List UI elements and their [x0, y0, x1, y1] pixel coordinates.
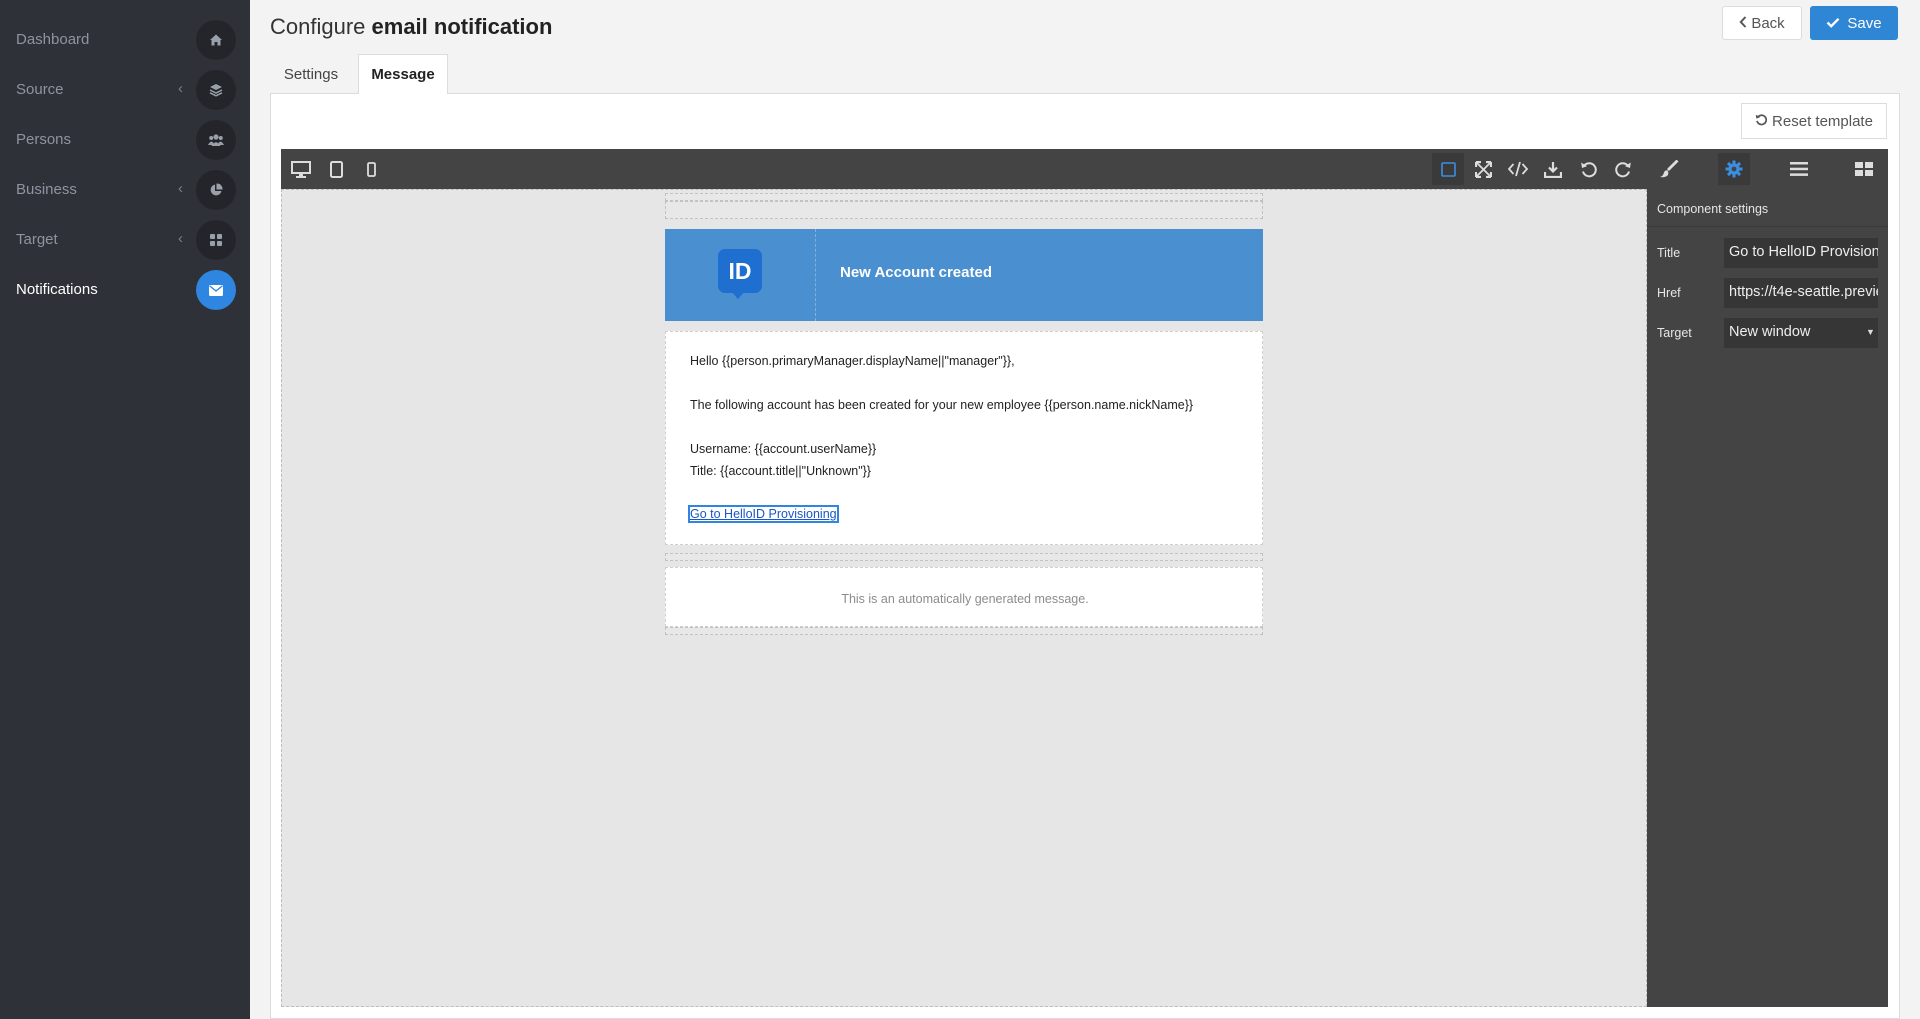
redo-icon[interactable]	[1607, 153, 1639, 185]
blocks-icon[interactable]	[1848, 153, 1880, 185]
logo-tail	[731, 291, 745, 299]
desktop-icon[interactable]	[285, 153, 317, 185]
editor-toolbar	[281, 149, 1888, 189]
sidebar-item-business[interactable]: Business ‹	[0, 167, 250, 213]
empty-row[interactable]	[665, 553, 1263, 561]
sidebar: Dashboard Source ‹ Persons Business ‹ Ta…	[0, 0, 250, 1019]
component-settings-panel	[1647, 189, 1888, 1007]
empty-row[interactable]	[665, 193, 1263, 201]
chevron-left-icon	[1739, 15, 1747, 32]
gear-icon[interactable]	[1718, 153, 1750, 185]
footer-text[interactable]: This is an automatically generated messa…	[666, 592, 1264, 606]
sidebar-item-label: Business	[16, 181, 77, 198]
save-button[interactable]: Save	[1810, 6, 1898, 40]
target-select[interactable]: New window	[1724, 318, 1878, 348]
sidebar-item-label: Dashboard	[16, 31, 90, 48]
users-icon	[196, 120, 236, 160]
sidebar-item-dashboard[interactable]: Dashboard	[0, 17, 250, 63]
reset-template-label: Reset template	[1772, 112, 1873, 130]
outline-square-icon[interactable]	[1432, 153, 1464, 185]
sidebar-item-notifications[interactable]: Notifications	[0, 267, 250, 313]
grid-icon	[196, 220, 236, 260]
component-settings-heading: Component settings	[1657, 202, 1769, 216]
sidebar-item-source[interactable]: Source ‹	[0, 67, 250, 113]
tab-settings[interactable]: Settings	[270, 54, 352, 94]
mobile-icon[interactable]	[355, 153, 387, 185]
email-header-title[interactable]: New Account created	[840, 264, 992, 281]
envelope-icon	[196, 270, 236, 310]
sidebar-item-label: Persons	[16, 131, 72, 148]
layers-icon	[196, 70, 236, 110]
provisioning-link[interactable]: Go to HelloID Provisioning	[688, 505, 839, 523]
fullscreen-icon[interactable]	[1467, 153, 1499, 185]
title-text[interactable]: Title: {{account.title||"Unknown"}}	[690, 464, 871, 478]
page-title: Configure email notification	[270, 14, 552, 40]
sidebar-item-target[interactable]: Target ‹	[0, 217, 250, 263]
target-label: Target	[1657, 326, 1692, 340]
save-button-label: Save	[1847, 14, 1882, 32]
page-title-strong: email notification	[371, 14, 553, 39]
brush-icon[interactable]	[1653, 153, 1685, 185]
href-label: Href	[1657, 286, 1681, 300]
undo-icon[interactable]	[1572, 153, 1604, 185]
title-field[interactable]: Go to HelloID Provisioning	[1724, 238, 1878, 268]
tablet-icon[interactable]	[320, 153, 352, 185]
greeting-text[interactable]: Hello {{person.primaryManager.displayNam…	[690, 354, 1015, 368]
intro-text[interactable]: The following account has been created f…	[690, 398, 1193, 412]
email-body[interactable]: Hello {{person.primaryManager.displayNam…	[665, 331, 1263, 545]
href-field[interactable]: https://t4e-seattle.preview	[1724, 278, 1878, 308]
email-footer[interactable]: This is an automatically generated messa…	[665, 567, 1263, 627]
pie-chart-icon	[196, 170, 236, 210]
back-button-label: Back	[1751, 14, 1785, 32]
tab-message[interactable]: Message	[358, 54, 448, 94]
chevron-left-icon: ‹	[178, 230, 183, 247]
download-icon[interactable]	[1537, 153, 1569, 185]
back-button[interactable]: Back	[1722, 6, 1802, 40]
layers-menu-icon[interactable]	[1783, 153, 1815, 185]
page-title-prefix: Configure	[270, 14, 366, 39]
sidebar-item-label: Target	[16, 231, 58, 248]
code-icon[interactable]	[1502, 153, 1534, 185]
caret-down-icon: ▼	[1866, 327, 1875, 337]
sidebar-item-label: Source	[16, 81, 64, 98]
reset-template-button[interactable]: Reset template	[1741, 103, 1887, 139]
chevron-left-icon: ‹	[178, 180, 183, 197]
divider	[1647, 226, 1888, 227]
title-label: Title	[1657, 246, 1681, 260]
sidebar-item-label: Notifications	[16, 281, 98, 298]
logo-cell[interactable]: ID	[665, 229, 816, 321]
sidebar-item-persons[interactable]: Persons	[0, 117, 250, 163]
undo-icon	[1755, 113, 1768, 130]
helloid-logo: ID	[718, 249, 762, 293]
username-text[interactable]: Username: {{account.userName}}	[690, 442, 876, 456]
empty-row[interactable]	[665, 201, 1263, 219]
home-icon	[196, 20, 236, 60]
chevron-left-icon: ‹	[178, 80, 183, 97]
email-header[interactable]: ID New Account created	[665, 229, 1263, 321]
check-icon	[1826, 15, 1840, 32]
empty-row[interactable]	[665, 627, 1263, 635]
